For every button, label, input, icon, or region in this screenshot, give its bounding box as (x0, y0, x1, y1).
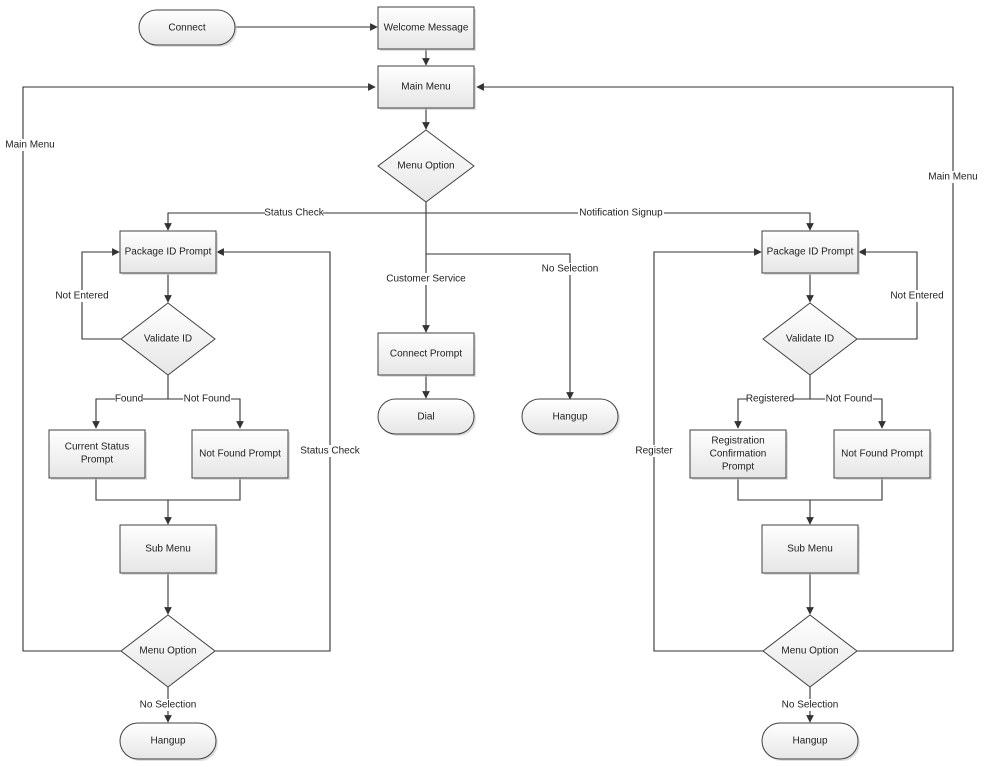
svg-text:Confirmation: Confirmation (710, 449, 767, 460)
svg-text:Not Found Prompt: Not Found Prompt (841, 449, 923, 460)
svg-text:Main Menu: Main Menu (5, 140, 54, 151)
svg-text:Not Found Prompt: Not Found Prompt (199, 449, 281, 460)
svg-text:Dial: Dial (417, 412, 434, 423)
svg-text:No Selection: No Selection (782, 700, 839, 711)
svg-text:Menu Option: Menu Option (139, 646, 196, 657)
svg-text:Notification Signup: Notification Signup (579, 208, 663, 219)
node-l-current-status-prompt[interactable]: Current Status Prompt (48, 429, 147, 480)
svg-text:Menu Option: Menu Option (781, 646, 838, 657)
edge-r-merge-lines (737, 478, 883, 501)
svg-text:Sub Menu: Sub Menu (145, 544, 191, 555)
svg-text:Package ID Prompt: Package ID Prompt (125, 247, 212, 258)
edge-label-l-no-selection: No Selection (139, 699, 197, 711)
svg-text:Register: Register (635, 446, 673, 457)
svg-text:Connect: Connect (168, 23, 205, 34)
node-r-registration-confirmation-prompt[interactable]: Registration Confirmation Prompt (689, 429, 788, 480)
nodes-layer: Connect Welcome Message Main Menu Menu O… (48, 6, 932, 761)
node-connect-prompt[interactable]: Connect Prompt (377, 332, 476, 377)
node-welcome-message[interactable]: Welcome Message (377, 6, 476, 51)
node-r-validate-id[interactable]: Validate ID (762, 302, 858, 376)
edge-label-customer-service: Customer Service (386, 273, 466, 285)
node-hangup-center[interactable]: Hangup (521, 398, 620, 436)
edge-label-right-main-menu: Main Menu (926, 171, 980, 183)
svg-text:Status Check: Status Check (264, 208, 324, 219)
svg-text:Prompt: Prompt (722, 462, 754, 473)
svg-text:Not Entered: Not Entered (890, 291, 943, 302)
svg-text:Sub Menu: Sub Menu (787, 544, 833, 555)
flowchart-canvas: Status Check Notification Signup Custome… (3, 6, 980, 761)
svg-text:Status Check: Status Check (300, 446, 360, 457)
svg-text:Main Menu: Main Menu (928, 172, 977, 183)
svg-text:No Selection: No Selection (542, 264, 599, 275)
edge-r-main-menu-loop (476, 83, 954, 652)
svg-text:Registered: Registered (746, 394, 794, 405)
svg-text:Customer Service: Customer Service (386, 274, 466, 285)
svg-text:Not Found: Not Found (826, 394, 873, 405)
svg-text:Menu Option: Menu Option (397, 161, 454, 172)
node-dial[interactable]: Dial (377, 398, 476, 436)
edge-label-l-not-found: Not Found (183, 393, 231, 405)
node-l-sub-menu[interactable]: Sub Menu (119, 524, 218, 575)
node-r-hangup[interactable]: Hangup (761, 722, 860, 761)
node-main-menu[interactable]: Main Menu (377, 65, 476, 110)
node-r-package-id-prompt[interactable]: Package ID Prompt (761, 230, 860, 275)
node-r-menu-option[interactable]: Menu Option (762, 614, 858, 688)
svg-text:Current Status: Current Status (65, 442, 129, 453)
node-l-hangup[interactable]: Hangup (119, 722, 218, 761)
svg-text:Hangup: Hangup (150, 736, 185, 747)
svg-text:Validate ID: Validate ID (144, 334, 192, 345)
svg-text:Registration: Registration (711, 436, 764, 447)
svg-text:Not Found: Not Found (184, 394, 231, 405)
svg-text:Main Menu: Main Menu (401, 82, 450, 93)
node-l-menu-option[interactable]: Menu Option (120, 614, 216, 688)
edge-label-left-main-menu: Main Menu (3, 139, 57, 151)
edge-label-l-status-check-loop: Status Check (300, 445, 361, 457)
edge-label-r-registered: Registered (746, 393, 794, 405)
edge-label-no-selection-center: No Selection (541, 263, 599, 275)
node-menu-option[interactable]: Menu Option (377, 129, 475, 203)
edge-l-status-to-submenu (95, 478, 241, 501)
node-connect[interactable]: Connect (138, 9, 237, 47)
edge-label-r-not-entered: Not Entered (890, 290, 944, 302)
svg-text:Package ID Prompt: Package ID Prompt (767, 247, 854, 258)
edge-label-status-check: Status Check (264, 207, 325, 219)
node-r-sub-menu[interactable]: Sub Menu (761, 524, 860, 575)
edge-label-r-not-found: Not Found (825, 393, 873, 405)
svg-text:Found: Found (115, 394, 143, 405)
edge-labels-layer: Status Check Notification Signup Custome… (3, 139, 980, 711)
svg-text:Hangup: Hangup (552, 412, 587, 423)
svg-text:Not Entered: Not Entered (55, 291, 108, 302)
node-l-not-found-prompt[interactable]: Not Found Prompt (191, 429, 290, 480)
svg-text:No Selection: No Selection (140, 700, 197, 711)
svg-text:Hangup: Hangup (792, 736, 827, 747)
edge-label-l-not-entered: Not Entered (55, 290, 109, 302)
node-l-package-id-prompt[interactable]: Package ID Prompt (119, 230, 218, 275)
svg-text:Welcome Message: Welcome Message (384, 23, 469, 34)
svg-text:Connect Prompt: Connect Prompt (390, 349, 462, 360)
node-r-not-found-prompt[interactable]: Not Found Prompt (833, 429, 932, 480)
edge-label-r-no-selection: No Selection (781, 699, 839, 711)
edge-label-r-register: Register (635, 445, 673, 457)
edge-label-l-found: Found (115, 393, 143, 405)
edge-label-notification-signup: Notification Signup (578, 207, 664, 219)
svg-text:Prompt: Prompt (81, 455, 113, 466)
node-l-validate-id[interactable]: Validate ID (120, 302, 216, 376)
svg-text:Validate ID: Validate ID (786, 334, 834, 345)
